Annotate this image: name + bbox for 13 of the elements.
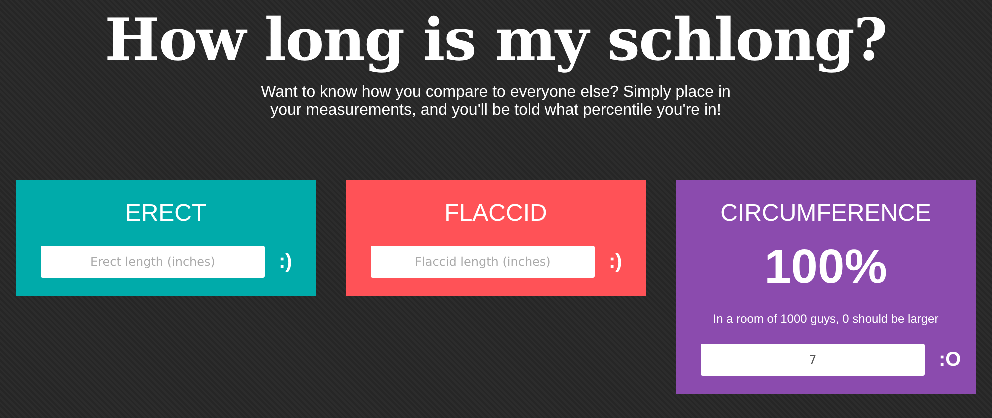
intro-text: Want to know how you compare to everyone else? Simply place in your measurements, and you'll be told what percentile you're in! <box>260 84 732 120</box>
card-title: CIRCUMFERENCE <box>720 200 932 228</box>
page-title: How long is my schlong? <box>105 5 887 76</box>
length-input[interactable]: 7 <box>701 344 925 376</box>
card-title: ERECT <box>125 200 207 228</box>
card-title: FLACCID <box>444 200 548 228</box>
length-input[interactable]: Erect length (inches) <box>41 246 265 278</box>
result-note: In a room of 1000 guys, 0 should be larger <box>713 312 939 326</box>
length-input[interactable]: Flaccid length (inches) <box>371 246 595 278</box>
face-emoticon: :O <box>939 348 962 372</box>
percentile-value: 100% <box>764 240 888 296</box>
face-emoticon: :) <box>279 250 294 274</box>
face-emoticon: :) <box>609 250 624 274</box>
